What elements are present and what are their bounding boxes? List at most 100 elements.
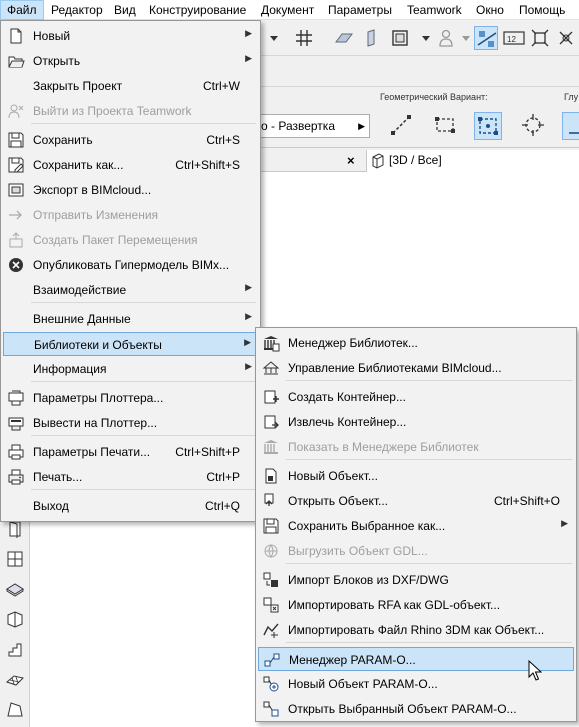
menu-file[interactable]: Файл <box>0 0 44 20</box>
geometry-center-icon[interactable] <box>520 112 548 140</box>
door-tool-icon[interactable] <box>6 520 24 538</box>
menu-item-label: Параметры Печати... <box>33 445 151 459</box>
close-tab-icon[interactable]: × <box>347 153 355 168</box>
menu-window[interactable]: Окно <box>470 0 510 20</box>
menu-item-print[interactable]: Печать... Ctrl+P <box>3 465 258 489</box>
menu-item-open-param-o-object[interactable]: Открыть Выбранный Объект PARAM-O... <box>258 697 574 721</box>
submenu-arrow-icon: ▶ <box>561 518 568 528</box>
menu-design[interactable]: Конструирование <box>143 0 252 20</box>
menu-item-send-changes: Отправить Изменения <box>3 203 258 227</box>
menu-view[interactable]: Вид <box>108 0 142 20</box>
menu-item-import-rfa[interactable]: Импортировать RFA как GDL-объект... <box>258 593 574 617</box>
open-folder-icon <box>8 56 25 68</box>
menu-item-label: Новый Объект... <box>288 469 378 483</box>
menu-item-open[interactable]: Открыть ▶ <box>3 49 258 73</box>
menu-item-publish-bimx[interactable]: Опубликовать Гипермодель BIMx... <box>3 253 258 277</box>
menu-item-extract-container[interactable]: Извлечь Контейнер... <box>258 410 574 434</box>
layer-combo-arrow-icon[interactable] <box>262 26 286 50</box>
menu-item-label: Информация <box>33 362 107 376</box>
menu-item-new-param-o-object[interactable]: Новый Объект PARAM-O... <box>258 672 574 696</box>
menu-item-bimcloud-libraries[interactable]: Управление Библиотеками BIMcloud... <box>258 356 574 380</box>
dimension-icon[interactable]: 12 <box>502 26 526 50</box>
grid-snap-icon[interactable] <box>292 26 316 50</box>
shortcut-label: Ctrl+S <box>206 133 240 147</box>
menu-item-plot[interactable]: Вывести на Плоттер... <box>3 411 258 435</box>
menu-item-print-setup[interactable]: Параметры Печати... Ctrl+Shift+P <box>3 440 258 464</box>
menu-item-new[interactable]: Новый ▶ <box>3 24 258 48</box>
menu-options[interactable]: Параметры <box>322 0 398 20</box>
menu-document[interactable]: Документ <box>255 0 320 20</box>
menu-separator <box>286 642 572 643</box>
menu-item-label: Показать в Менеджере Библиотек <box>288 440 479 454</box>
menu-separator <box>31 123 256 124</box>
library-manager-icon <box>264 336 280 352</box>
standard-toolbar: 12 <box>258 20 579 56</box>
mode-dropdown[interactable]: о - Развертка ▶ <box>258 114 370 138</box>
menu-item-label: Библиотеки и Объекты <box>34 338 162 352</box>
guide-lines-icon[interactable] <box>474 26 498 50</box>
menu-item-label: Параметры Плоттера... <box>33 391 164 405</box>
geometry-line-icon[interactable] <box>388 112 416 140</box>
depth-label: Глу <box>564 92 579 102</box>
menu-item-label: Открыть <box>33 54 81 68</box>
menu-item-label: Внешние Данные <box>33 312 131 326</box>
window-tool-icon[interactable] <box>6 550 24 568</box>
menu-item-info[interactable]: Информация ▶ <box>3 357 258 381</box>
menu-edit[interactable]: Редактор <box>45 0 109 20</box>
menu-item-label: Новый <box>33 29 71 43</box>
print-icon <box>8 469 24 485</box>
menu-item-save-as[interactable]: Сохранить как... Ctrl+Shift+S <box>3 153 258 177</box>
menu-item-label: Печать... <box>33 470 83 484</box>
menu-item-label: Сохранить как... <box>33 158 124 172</box>
geometry-rect-icon[interactable] <box>432 112 460 140</box>
plane-icon[interactable] <box>332 26 356 50</box>
mesh-tool-icon[interactable] <box>6 670 24 688</box>
shortcut-label: Ctrl+Shift+S <box>175 158 240 172</box>
menu-item-create-container[interactable]: Создать Контейнер... <box>258 385 574 409</box>
menu-item-label: Создать Пакет Перемещения <box>33 233 198 247</box>
menu-separator <box>31 435 256 436</box>
trace-icon[interactable] <box>528 26 552 50</box>
slab-tool-icon[interactable] <box>6 580 24 598</box>
save-as-icon <box>8 157 24 173</box>
menu-item-import-rhino[interactable]: Импортировать Файл Rhino 3DM как Объект.… <box>258 618 574 642</box>
shortcut-label: Ctrl+P <box>206 470 240 484</box>
menu-item-label: Экспорт в BIMcloud... <box>33 183 152 197</box>
menu-item-exit[interactable]: Выход Ctrl+Q <box>3 494 258 518</box>
view-cube-icon[interactable] <box>388 26 412 50</box>
geometry-rotated-rect-icon[interactable] <box>474 112 502 140</box>
tab-3d-view[interactable]: [3D / Все] <box>366 150 579 172</box>
wall-icon[interactable] <box>360 26 384 50</box>
menu-item-label: Управление Библиотеками BIMcloud... <box>288 361 502 375</box>
menu-separator <box>31 302 256 303</box>
menu-item-library-manager[interactable]: Менеджер Библиотек... <box>258 331 574 355</box>
snap-icon[interactable] <box>554 26 578 50</box>
menu-item-export-bimcloud[interactable]: Экспорт в BIMcloud... <box>3 178 258 202</box>
menu-item-new-object[interactable]: Новый Объект... <box>258 464 574 488</box>
menu-teamwork[interactable]: Teamwork <box>401 0 468 20</box>
menu-item-libraries-and-objects[interactable]: Библиотеки и Объекты ▶ <box>3 332 258 356</box>
depth-option-icon[interactable] <box>562 112 579 140</box>
menu-item-close-project[interactable]: Закрыть Проект Ctrl+W <box>3 74 258 98</box>
geometry-method-label: Геометрический Вариант: <box>380 92 488 102</box>
menu-item-external-content[interactable]: Внешние Данные ▶ <box>3 307 258 331</box>
menu-item-param-o-manager[interactable]: Менеджер PARAM-O... <box>258 647 574 671</box>
menu-item-open-object[interactable]: Открыть Объект... Ctrl+Shift+O <box>258 489 574 513</box>
stair-tool-icon[interactable] <box>6 640 24 658</box>
mouse-cursor-icon <box>528 660 542 681</box>
menu-item-plotter-setup[interactable]: Параметры Плоттера... <box>3 386 258 410</box>
menu-item-show-in-library-manager: Показать в Менеджере Библиотек <box>258 435 574 459</box>
import-rfa-icon <box>263 597 279 613</box>
roof-tool-icon[interactable] <box>6 610 24 628</box>
menu-item-save-selection-as[interactable]: Сохранить Выбранное как... ▶ <box>258 514 574 538</box>
menu-item-label: Опубликовать Гипермодель BIMx... <box>33 258 230 272</box>
menu-item-unload-gdl: Выгрузить Объект GDL... <box>258 539 574 563</box>
morph-tool-icon[interactable] <box>6 700 24 718</box>
mode-dropdown-value: о - Развертка <box>261 119 335 133</box>
menu-item-interoperability[interactable]: Взаимодействие ▶ <box>3 278 258 302</box>
menu-help[interactable]: Помощь <box>513 0 571 20</box>
menu-item-import-dxf-blocks[interactable]: Импорт Блоков из DXF/DWG <box>258 568 574 592</box>
menu-separator <box>31 489 256 490</box>
menu-bar: Файл Редактор Вид Конструирование Докуме… <box>0 0 579 20</box>
menu-item-save[interactable]: Сохранить Ctrl+S <box>3 128 258 152</box>
